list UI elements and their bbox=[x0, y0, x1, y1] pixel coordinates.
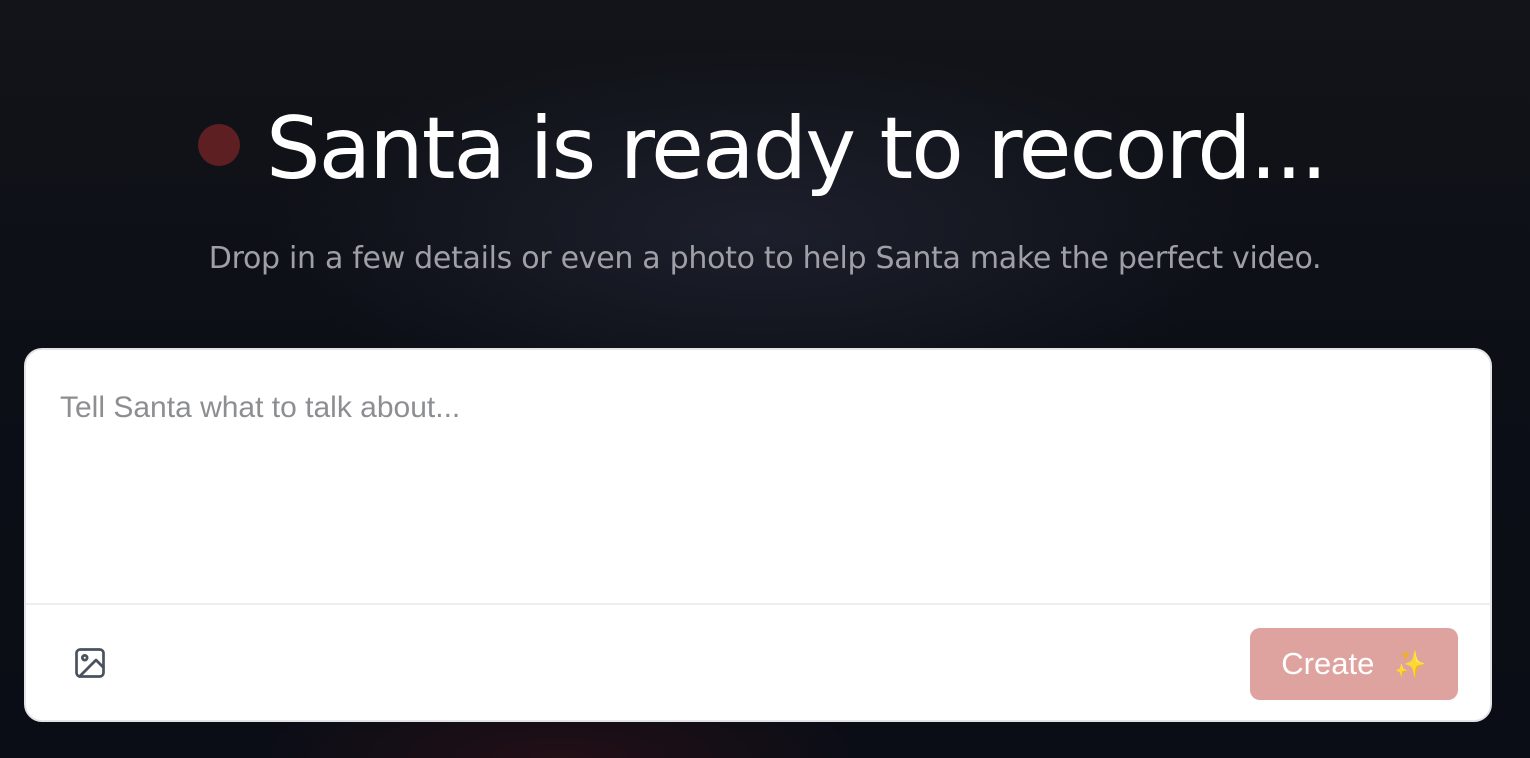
create-button[interactable]: Create ✨ bbox=[1250, 628, 1458, 700]
hero-header: Santa is ready to record... bbox=[0, 95, 1530, 205]
prompt-composer: Create ✨ bbox=[24, 348, 1492, 722]
recording-indicator bbox=[198, 124, 240, 166]
page-title: Santa is ready to record... bbox=[266, 99, 1328, 199]
prompt-input[interactable] bbox=[26, 350, 1490, 604]
page-subtitle: Drop in a few details or even a photo to… bbox=[208, 241, 1322, 276]
composer-divider bbox=[26, 603, 1490, 605]
image-upload-button[interactable] bbox=[70, 643, 110, 683]
create-button-label: Create bbox=[1281, 646, 1375, 681]
sparkles-icon: ✨ bbox=[1394, 649, 1427, 679]
image-icon bbox=[75, 648, 105, 678]
